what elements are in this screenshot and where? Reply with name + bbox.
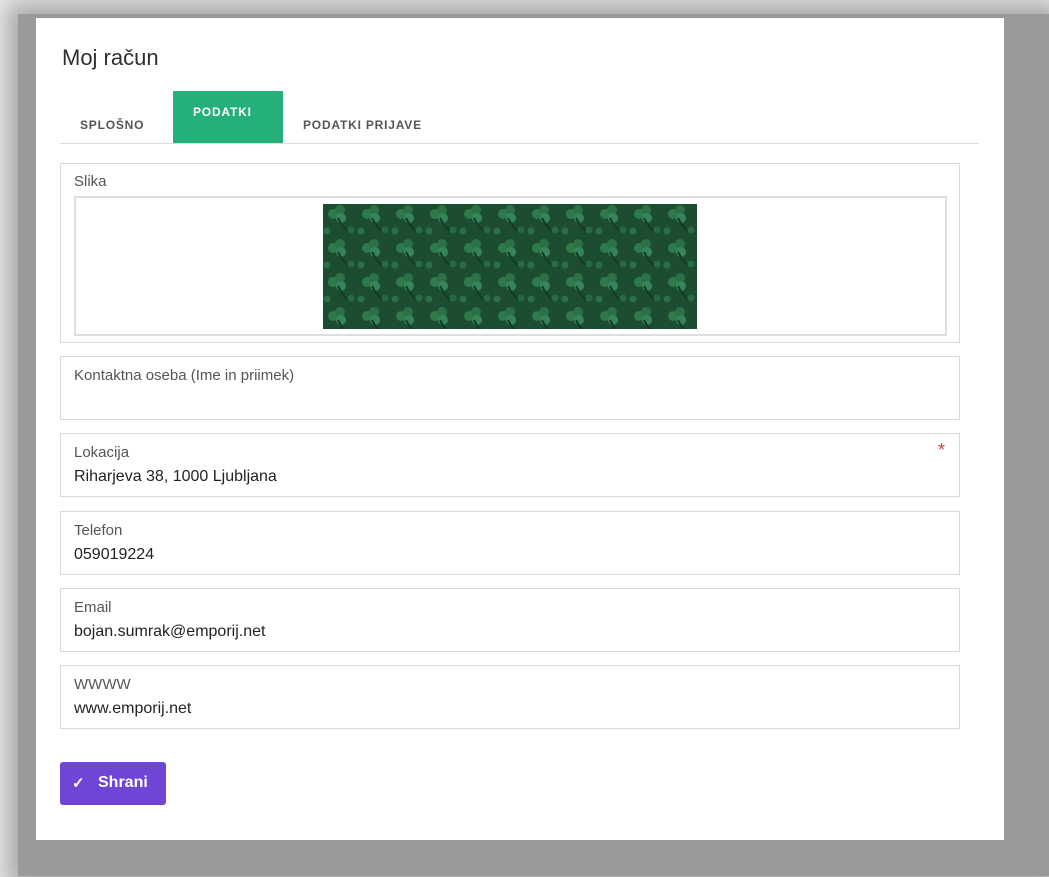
tab-bar: SPLOŠNO PODATKI PODATKI PRIJAVE bbox=[60, 91, 979, 144]
contact-person-field[interactable]: Kontaktna oseba (Ime in priimek) bbox=[60, 356, 960, 420]
contact-person-label: Kontaktna oseba (Ime in priimek) bbox=[74, 367, 295, 384]
tab-label: SPLOŠNO bbox=[80, 118, 145, 132]
save-button-label: Shrani bbox=[98, 774, 148, 791]
checkmark-icon: ✓ bbox=[72, 775, 85, 792]
tab-podatki-prijave[interactable]: PODATKI PRIJAVE bbox=[283, 91, 458, 143]
clover-pattern-image bbox=[323, 204, 697, 329]
website-value: www.emporij.net bbox=[74, 700, 192, 717]
image-label: Slika bbox=[74, 173, 107, 190]
location-value: Riharjeva 38, 1000 Ljubljana bbox=[74, 468, 277, 485]
tab-splosno[interactable]: SPLOŠNO bbox=[60, 91, 172, 143]
account-card: Moj račun SPLOŠNO PODATKI PODATKI PRIJAV… bbox=[36, 18, 1004, 840]
location-field[interactable]: Lokacija * Riharjeva 38, 1000 Ljubljana bbox=[60, 433, 960, 497]
phone-field[interactable]: Telefon 059019224 bbox=[60, 511, 960, 575]
location-label: Lokacija bbox=[74, 444, 130, 461]
image-field: Slika bbox=[60, 163, 960, 343]
phone-label: Telefon bbox=[74, 522, 123, 539]
required-asterisk: * bbox=[937, 440, 945, 460]
phone-value: 059019224 bbox=[74, 546, 155, 563]
email-label: Email bbox=[74, 599, 112, 616]
tab-label: PODATKI PRIJAVE bbox=[303, 118, 422, 132]
tab-podatki[interactable]: PODATKI bbox=[173, 91, 283, 143]
save-button[interactable]: ✓ Shrani bbox=[60, 762, 166, 805]
website-label: WWWW bbox=[74, 676, 131, 693]
image-upload-area[interactable] bbox=[74, 196, 947, 336]
page-title: Moj račun bbox=[62, 45, 159, 70]
tab-label: PODATKI bbox=[193, 105, 252, 119]
email-value: bojan.sumrak@emporij.net bbox=[74, 623, 266, 640]
email-field[interactable]: Email bojan.sumrak@emporij.net bbox=[60, 588, 960, 652]
website-field[interactable]: WWWW www.emporij.net bbox=[60, 665, 960, 729]
